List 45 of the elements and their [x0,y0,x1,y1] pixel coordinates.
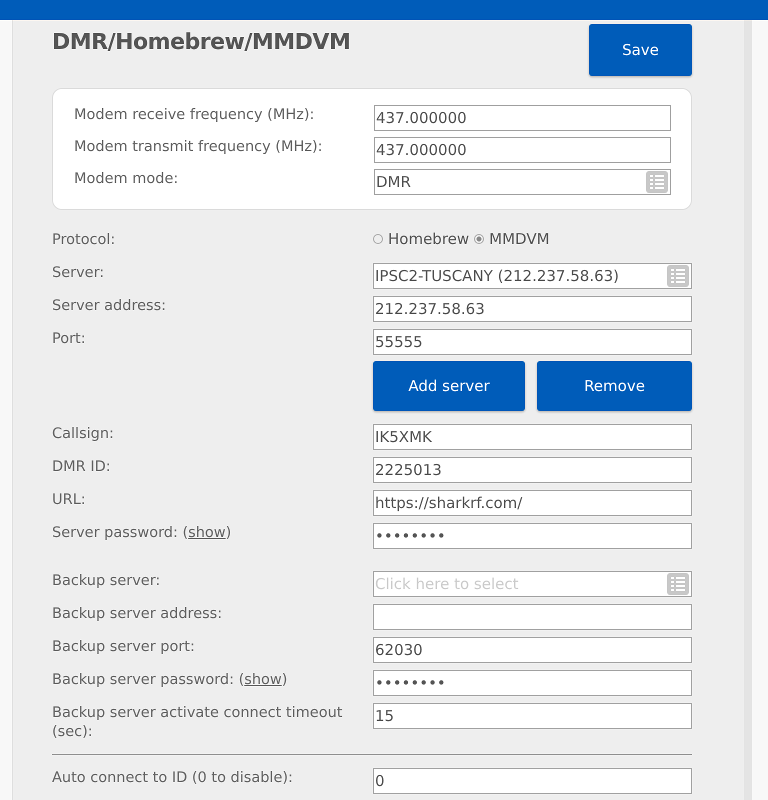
radio-button[interactable] [474,234,484,244]
input-field[interactable]: 62030 [373,637,692,663]
input-field[interactable]: 0 [373,768,692,794]
field-label: Server password: (show) [52,524,232,543]
input-field[interactable]: 437.000000 [374,137,671,163]
list-icon [667,573,689,595]
field-label: Port: [52,330,87,349]
list-icon [667,265,689,287]
field-label: Backup server: [52,572,162,591]
input-field[interactable]: 15 [373,703,692,729]
field-label: Modem receive frequency (MHz): [74,106,316,125]
field-label: Backup server address: [52,605,224,624]
input-field[interactable]: 55555 [373,329,692,355]
password-field[interactable]: •••••••• [373,670,692,696]
input-field[interactable] [373,604,692,630]
field-label: Server: [52,264,106,283]
field-label: Backup server port: [52,638,196,657]
field-label: Callsign: [52,425,115,444]
radio-label[interactable]: MMDVM [489,230,550,248]
input-field[interactable]: https://sharkrf.com/ [373,490,692,516]
field-label: DMR ID: [52,458,112,477]
action-button[interactable]: Remove [537,361,692,411]
field-label: Backup server activate connect timeout (sec): [52,704,344,742]
radio-label[interactable]: Homebrew [388,230,470,248]
list-icon [646,171,668,193]
field-label: Protocol: [52,231,116,250]
radio-button[interactable] [373,234,383,244]
show-link[interactable]: show [188,525,226,541]
page-title: DMR/Homebrew/MMDVM [52,30,350,55]
action-button[interactable]: Add server [373,361,525,411]
input-field[interactable]: 212.237.58.63 [373,296,692,322]
field-label: Server address: [52,297,168,316]
password-field[interactable]: •••••••• [373,523,692,549]
field-label: Auto connect to ID (0 to disable): [52,769,294,788]
input-field[interactable]: 437.000000 [374,105,671,131]
field-label: Modem mode: [74,170,180,189]
select-field[interactable]: DMR [374,169,671,195]
input-field[interactable]: 2225013 [373,457,692,483]
show-link[interactable]: show [244,672,282,688]
field-label: Modem transmit frequency (MHz): [74,138,324,157]
save-button[interactable]: Save [589,24,692,76]
field-label: URL: [52,491,87,510]
field-label: Backup server password: (show) [52,671,288,690]
select-field[interactable]: IPSC2-TUSCANY (212.237.58.63) [373,263,692,289]
input-field[interactable]: IK5XMK [373,424,692,450]
